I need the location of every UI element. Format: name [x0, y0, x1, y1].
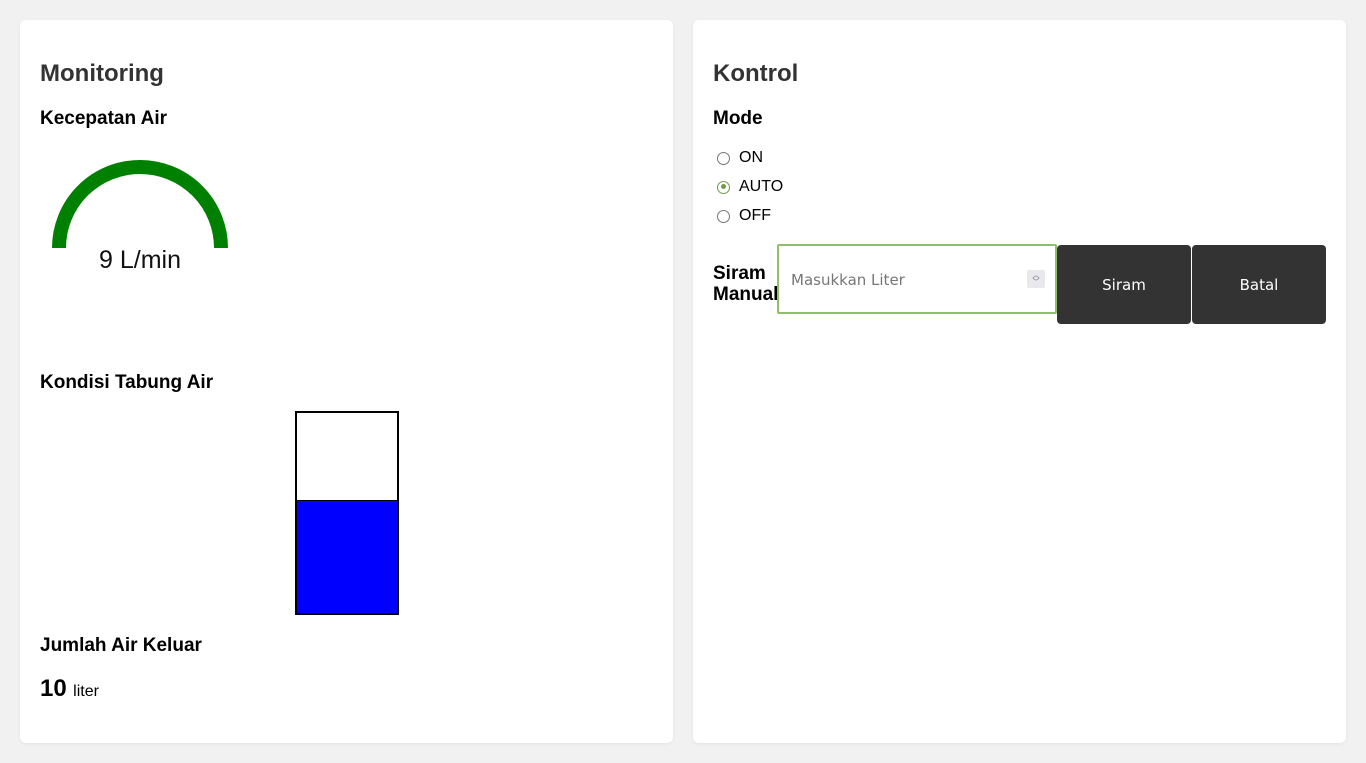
- control-panel: Kontrol Mode ON AUTO OFF Siram Manual ︿ …: [693, 20, 1346, 743]
- water-out-unit: liter: [73, 683, 99, 700]
- water-tank-fill: [297, 500, 397, 613]
- radio-auto[interactable]: [717, 180, 730, 194]
- monitoring-panel: Monitoring Kecepatan Air 9 L/min Kondisi…: [20, 20, 673, 743]
- batal-button[interactable]: Batal: [1192, 245, 1326, 324]
- radio-off[interactable]: [717, 209, 730, 223]
- mode-option-off-label: OFF: [739, 207, 771, 224]
- water-out-readout: 10 liter: [40, 675, 99, 703]
- siram-button[interactable]: Siram: [1057, 245, 1191, 324]
- tank-label: Kondisi Tabung Air: [40, 372, 214, 393]
- water-out-value: 10: [40, 675, 67, 702]
- number-spinner[interactable]: ︿ ﹀: [1027, 270, 1045, 288]
- flow-speed-value: 9 L/min: [99, 246, 181, 274]
- mode-option-on[interactable]: ON: [717, 147, 763, 169]
- mode-option-auto-label: AUTO: [739, 178, 784, 195]
- manual-watering-label: Siram Manual: [713, 263, 778, 305]
- manual-watering-label-line2: Manual: [713, 284, 779, 305]
- monitoring-title: Monitoring: [40, 60, 164, 87]
- manual-watering-label-line1: Siram: [713, 263, 766, 284]
- liter-input-box: ︿ ﹀: [777, 244, 1057, 314]
- water-tank: [295, 411, 399, 615]
- flow-speed-label: Kecepatan Air: [40, 108, 168, 129]
- water-out-label: Jumlah Air Keluar: [40, 635, 202, 656]
- gauge-arc: [52, 160, 228, 249]
- flow-gauge: 9 L/min: [52, 160, 228, 274]
- spinner-up-icon[interactable]: ︿: [1033, 272, 1040, 279]
- mode-option-off[interactable]: OFF: [717, 205, 771, 227]
- mode-option-on-label: ON: [739, 149, 763, 166]
- liter-input[interactable]: [789, 246, 1023, 314]
- control-title: Kontrol: [713, 60, 799, 87]
- spinner-down-icon[interactable]: ﹀: [1033, 279, 1040, 286]
- radio-on[interactable]: [717, 151, 730, 165]
- mode-label: Mode: [713, 108, 763, 129]
- mode-option-auto[interactable]: AUTO: [717, 176, 783, 198]
